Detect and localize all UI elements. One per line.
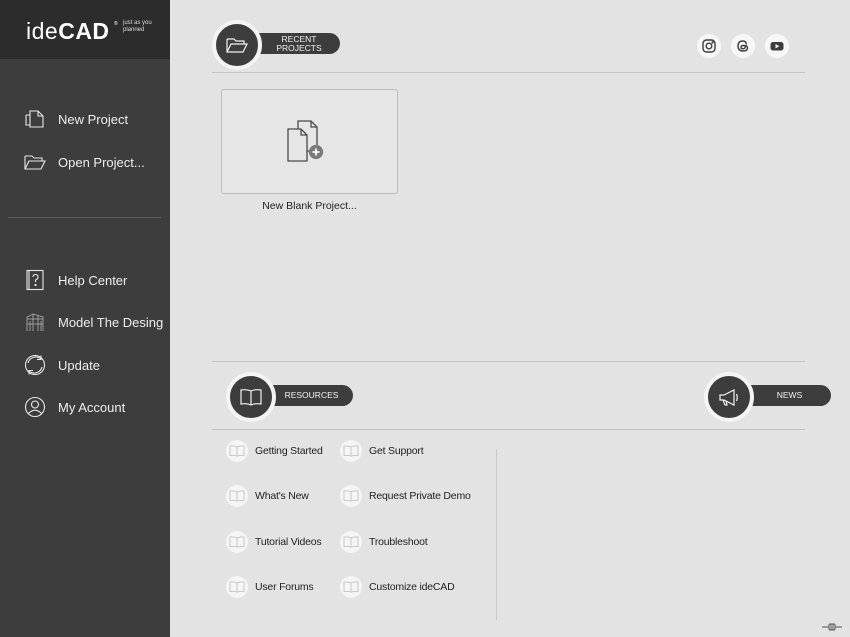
sidebar-item-label: Open Project...	[58, 154, 145, 170]
user-icon	[24, 396, 46, 418]
resource-customize-idecad[interactable]: Customize ideCAD	[340, 575, 455, 599]
sidebar-item-label: Help Center	[58, 272, 128, 288]
new-blank-project-card[interactable]	[221, 89, 398, 194]
sidebar-item-label: Model The Desing	[58, 314, 164, 330]
threads-icon	[737, 40, 749, 52]
sidebar-item-label: My Account	[58, 399, 126, 415]
update-icon	[24, 354, 46, 376]
resource-troubleshoot[interactable]: Troubleshoot	[340, 530, 428, 554]
news-badge	[704, 372, 754, 422]
open-folder-icon	[24, 155, 46, 170]
resource-label: Get Support	[369, 445, 424, 457]
book-icon	[340, 576, 362, 598]
sidebar-item-help-center[interactable]: Help Center	[24, 268, 127, 292]
help-icon	[26, 269, 44, 291]
sidebar-item-new-project[interactable]: New Project	[24, 107, 128, 131]
youtube-button[interactable]	[765, 34, 789, 58]
open-folder-icon	[226, 38, 248, 53]
resources-divider	[212, 429, 805, 430]
resource-label: Troubleshoot	[369, 536, 428, 548]
app-logo: ideCAD	[26, 18, 110, 44]
resource-label: Customize ideCAD	[369, 581, 455, 593]
sidebar: ideCAD ® just as you planned New Project…	[0, 0, 170, 637]
resource-getting-started[interactable]: Getting Started	[226, 439, 323, 463]
megaphone-icon	[719, 389, 738, 406]
news-header: NEWS	[742, 385, 831, 406]
logo-tagline: just as you planned	[123, 20, 152, 33]
registered-mark: ®	[114, 21, 118, 27]
instagram-button[interactable]	[697, 34, 721, 58]
recent-projects-header: RECENT PROJECTS	[250, 33, 340, 54]
resize-grip-icon[interactable]	[821, 622, 843, 632]
book-icon	[340, 485, 362, 507]
resource-get-support[interactable]: Get Support	[340, 439, 424, 463]
resource-tutorial-videos[interactable]: Tutorial Videos	[226, 530, 322, 554]
logo-bar: ideCAD ® just as you planned	[0, 0, 170, 59]
sidebar-item-my-account[interactable]: My Account	[24, 395, 125, 419]
resources-badge	[226, 372, 276, 422]
resource-user-forums[interactable]: User Forums	[226, 575, 314, 599]
resource-request-private-demo[interactable]: Request Private Demo	[340, 484, 471, 508]
book-icon	[226, 485, 248, 507]
resources-news-separator	[496, 449, 497, 620]
resource-label: User Forums	[255, 581, 314, 593]
book-icon	[226, 576, 248, 598]
book-icon	[240, 389, 262, 406]
new-project-icon	[25, 110, 44, 128]
resource-label: Tutorial Videos	[255, 536, 322, 548]
sidebar-divider	[8, 217, 161, 218]
sidebar-item-model-the-desing[interactable]: Model The Desing	[24, 310, 163, 334]
sidebar-item-update[interactable]: Update	[24, 353, 100, 377]
resource-label: Request Private Demo	[369, 490, 471, 502]
book-icon	[340, 440, 362, 462]
building-model-icon	[26, 313, 44, 331]
new-blank-project-label[interactable]: New Blank Project...	[221, 200, 398, 212]
sidebar-item-label: Update	[58, 357, 100, 373]
book-icon	[340, 531, 362, 553]
book-icon	[226, 531, 248, 553]
recent-projects-badge	[212, 20, 262, 70]
section-divider	[212, 361, 805, 362]
instagram-icon	[702, 39, 716, 53]
new-document-icon	[286, 119, 323, 162]
resource-label: What's New	[255, 490, 309, 502]
resource-whats-new[interactable]: What's New	[226, 484, 309, 508]
resource-label: Getting Started	[255, 445, 323, 457]
sidebar-item-open-project[interactable]: Open Project...	[24, 150, 145, 174]
sidebar-item-label: New Project	[58, 111, 129, 127]
book-icon	[226, 440, 248, 462]
recent-divider	[212, 72, 805, 73]
threads-button[interactable]	[731, 34, 755, 58]
youtube-icon	[770, 42, 784, 51]
